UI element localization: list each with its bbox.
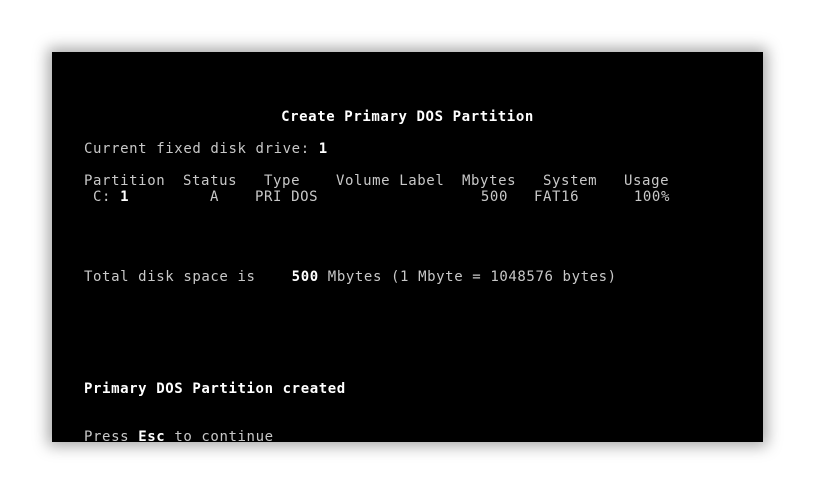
screen-title: Create Primary DOS Partition [281, 109, 534, 125]
esc-key[interactable]: Esc [138, 429, 165, 442]
table-row: C: 1 [93, 189, 129, 205]
current-drive-value: 1 [318, 141, 328, 157]
row-system: FAT16 [534, 189, 580, 205]
row-partition-number: 1 [120, 189, 130, 205]
total-suffix: Mbytes (1 Mbyte = 1048576 bytes) [327, 269, 617, 285]
dos-fdisk-screen: Create Primary DOS Partition Current fix… [52, 52, 763, 442]
header-volume-label: Volume Label [336, 173, 445, 189]
prompt-suffix: to continue [174, 429, 274, 442]
current-drive-line: Current fixed disk drive: 1 [84, 141, 328, 157]
row-mbytes: 500 [480, 189, 508, 205]
prompt-prefix: Press [84, 429, 130, 442]
current-drive-label: Current fixed disk drive: [84, 141, 310, 157]
header-mbytes: Mbytes [462, 173, 517, 189]
row-partition-drive: C: [93, 189, 112, 205]
total-label: Total disk space is [84, 269, 256, 285]
total-value: 500 [291, 269, 319, 285]
header-system: System [543, 173, 598, 189]
row-usage: 100% [633, 189, 670, 205]
header-partition: Partition [84, 173, 166, 189]
header-status: Status [183, 173, 238, 189]
row-status: A [210, 189, 220, 205]
header-type: Type [264, 173, 301, 189]
total-disk-space-line: Total disk space is 500 Mbytes (1 Mbyte … [84, 269, 617, 285]
status-message: Primary DOS Partition created [84, 381, 346, 397]
header-usage: Usage [624, 173, 670, 189]
row-type: PRI DOS [255, 189, 319, 205]
continue-prompt: Press Esc to continue [84, 429, 274, 442]
